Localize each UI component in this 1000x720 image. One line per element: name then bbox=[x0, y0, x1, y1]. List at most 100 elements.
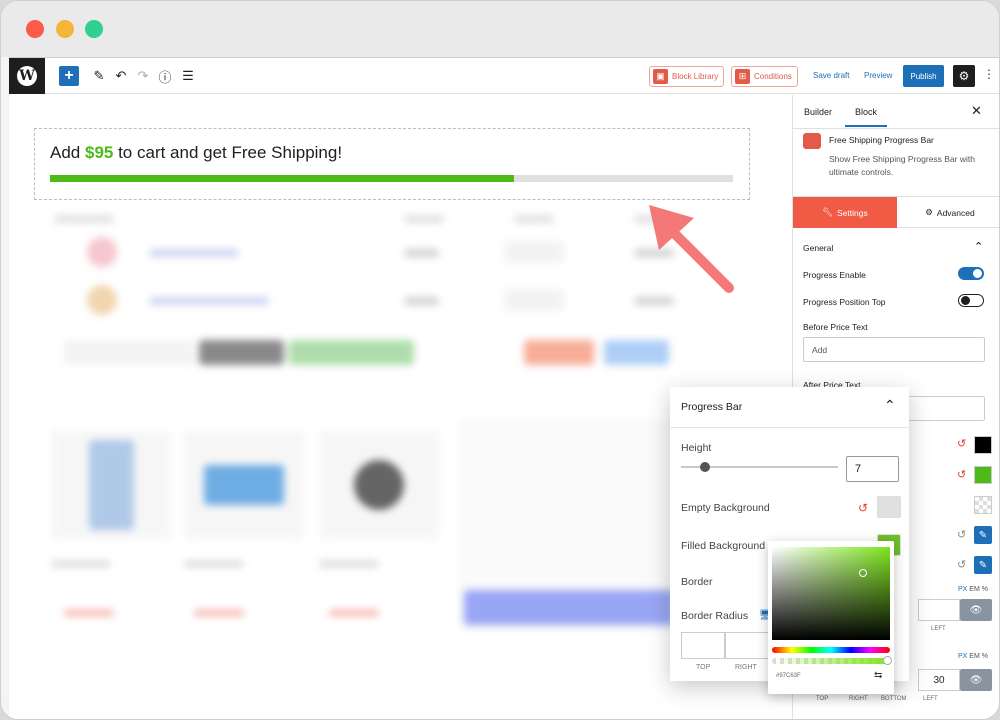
info-icon[interactable]: ⓘ bbox=[155, 67, 175, 85]
reset-icon[interactable]: ↺ bbox=[957, 558, 966, 571]
settings-gear-icon[interactable]: ⚙ bbox=[953, 65, 975, 87]
add-block-button[interactable]: + bbox=[59, 66, 79, 86]
eye-icon[interactable]: 👁︎ bbox=[960, 669, 992, 691]
tab-settings[interactable]: 🔧︎ Settings bbox=[793, 197, 897, 228]
progress-enable-toggle[interactable] bbox=[958, 267, 984, 280]
radius-top-input[interactable] bbox=[681, 632, 725, 659]
progress-bar-panel-title: Progress Bar bbox=[681, 401, 743, 413]
filled-background-label: Filled Background bbox=[681, 540, 766, 552]
publish-button[interactable]: Publish bbox=[903, 65, 944, 87]
editor-toolbar: W + ✎ ↶ ↷ ⓘ ☰ ▣ Block Library ⊞ Conditio… bbox=[9, 58, 999, 94]
caption-bottom: BOTTOM bbox=[881, 696, 907, 702]
chevron-up-icon[interactable]: ⌃ bbox=[974, 240, 983, 253]
settings-tabs: 🔧︎ Settings ⚙ Advanced bbox=[793, 196, 999, 228]
reset-icon[interactable]: ↺ bbox=[957, 528, 966, 541]
before-price-input[interactable]: Add bbox=[803, 337, 985, 362]
shipping-price: $95 bbox=[84, 143, 114, 162]
edit-pencil-icon[interactable]: ✎ bbox=[974, 526, 992, 544]
caption-left: LEFT bbox=[923, 696, 938, 702]
unit-percent[interactable]: % bbox=[982, 586, 988, 593]
alpha-slider-thumb[interactable] bbox=[883, 656, 892, 665]
caption-top: TOP bbox=[816, 696, 829, 702]
browser-window: W + ✎ ↶ ↷ ⓘ ☰ ▣ Block Library ⊞ Conditio… bbox=[0, 0, 1000, 720]
edit-pencil-icon[interactable]: ✎ bbox=[974, 556, 992, 574]
pencil-icon[interactable]: ✎ bbox=[89, 67, 109, 85]
close-window-button[interactable] bbox=[26, 20, 44, 38]
wrench-icon: 🔧︎ bbox=[822, 207, 834, 217]
list-view-icon[interactable]: ☰ bbox=[178, 67, 198, 85]
conditions-label: Conditions bbox=[754, 72, 792, 81]
eye-icon[interactable]: 👁︎ bbox=[960, 599, 992, 621]
color-swatch-green[interactable] bbox=[974, 466, 992, 484]
color-swatch-transparent[interactable] bbox=[974, 496, 992, 514]
color-picker: #97C63F ⇆ bbox=[768, 541, 894, 694]
tab-advanced[interactable]: ⚙ Advanced bbox=[898, 197, 999, 228]
settings-tab-label: Settings bbox=[837, 207, 868, 218]
before-price-text-label: Before Price Text bbox=[803, 322, 868, 332]
block-library-button[interactable]: ▣ Block Library bbox=[649, 66, 725, 87]
unit-px[interactable]: PX bbox=[958, 586, 967, 593]
more-options-icon[interactable]: ⋮ bbox=[983, 67, 995, 81]
pointer-arrow-icon bbox=[649, 205, 734, 293]
wordpress-logo[interactable]: W bbox=[9, 58, 45, 94]
reset-icon[interactable]: ↺ bbox=[858, 501, 868, 515]
undo-icon[interactable]: ↶ bbox=[111, 67, 131, 85]
progress-position-top-label: Progress Position Top bbox=[803, 297, 886, 307]
empty-background-swatch[interactable] bbox=[877, 496, 901, 518]
progress-position-top-toggle[interactable] bbox=[958, 294, 984, 307]
sidebar-tabs: Builder Block ✕ bbox=[793, 95, 999, 129]
tab-builder[interactable]: Builder bbox=[804, 107, 832, 117]
radius-right-input[interactable] bbox=[725, 632, 769, 659]
save-draft-link[interactable]: Save draft bbox=[813, 71, 849, 80]
left-input[interactable] bbox=[918, 599, 960, 621]
minimize-window-button[interactable] bbox=[56, 20, 74, 38]
gear-icon: ⚙ bbox=[925, 207, 933, 217]
preview-link[interactable]: Preview bbox=[864, 71, 892, 80]
unit-switcher[interactable]: PX EM % bbox=[958, 653, 988, 660]
format-toggle-icon[interactable]: ⇆ bbox=[874, 670, 882, 681]
progress-bar-panel-header[interactable]: Progress Bar ⌃ bbox=[670, 387, 909, 428]
library-icon: ▣ bbox=[653, 69, 668, 84]
hex-value[interactable]: #97C63F bbox=[776, 673, 801, 679]
alpha-slider[interactable] bbox=[772, 658, 890, 664]
empty-background-label: Empty Background bbox=[681, 502, 770, 514]
redo-icon[interactable]: ↷ bbox=[133, 67, 153, 85]
conditions-button[interactable]: ⊞ Conditions bbox=[731, 66, 798, 87]
color-swatch-black[interactable] bbox=[974, 436, 992, 454]
color-saturation-area[interactable] bbox=[772, 547, 890, 640]
border-label: Border bbox=[681, 576, 713, 588]
left-value-input[interactable]: 30 bbox=[918, 669, 960, 691]
unit-switcher[interactable]: PX EM % bbox=[958, 586, 988, 593]
advanced-tab-label: Advanced bbox=[936, 207, 975, 218]
block-library-label: Block Library bbox=[672, 72, 719, 81]
free-shipping-progress-block[interactable]: Add $95 to cart and get Free Shipping! bbox=[34, 128, 750, 200]
radius-top-caption: TOP bbox=[696, 664, 711, 671]
block-description: Show Free Shipping Progress Bar with ult… bbox=[829, 154, 975, 177]
height-slider-thumb[interactable] bbox=[699, 462, 710, 472]
height-label: Height bbox=[681, 442, 712, 454]
reset-icon[interactable]: ↺ bbox=[957, 437, 966, 450]
left-caption: LEFT bbox=[931, 626, 946, 632]
unit-em[interactable]: EM bbox=[969, 653, 980, 660]
hue-slider[interactable] bbox=[772, 647, 890, 653]
close-icon[interactable]: ✕ bbox=[971, 103, 982, 119]
height-input[interactable]: 7 bbox=[846, 456, 899, 482]
border-radius-label: Border Radius bbox=[681, 610, 749, 622]
window-titlebar bbox=[1, 1, 999, 57]
height-slider[interactable] bbox=[681, 462, 838, 472]
maximize-window-button[interactable] bbox=[85, 20, 103, 38]
conditions-icon: ⊞ bbox=[735, 69, 750, 84]
shipping-after-text: to cart and get Free Shipping! bbox=[113, 143, 343, 162]
reset-icon[interactable]: ↺ bbox=[957, 468, 966, 481]
block-title: Free Shipping Progress Bar bbox=[829, 135, 934, 145]
unit-px[interactable]: PX bbox=[958, 653, 967, 660]
unit-percent[interactable]: % bbox=[982, 653, 988, 660]
chevron-up-icon[interactable]: ⌃ bbox=[884, 397, 896, 414]
shipping-before-text: Add bbox=[50, 143, 85, 162]
general-section-title[interactable]: General bbox=[803, 243, 833, 253]
tab-block[interactable]: Block bbox=[845, 107, 888, 127]
color-cursor[interactable] bbox=[859, 569, 867, 577]
shipping-progress-track bbox=[50, 175, 733, 182]
unit-em[interactable]: EM bbox=[969, 586, 980, 593]
progress-bar-block-icon bbox=[803, 133, 821, 149]
